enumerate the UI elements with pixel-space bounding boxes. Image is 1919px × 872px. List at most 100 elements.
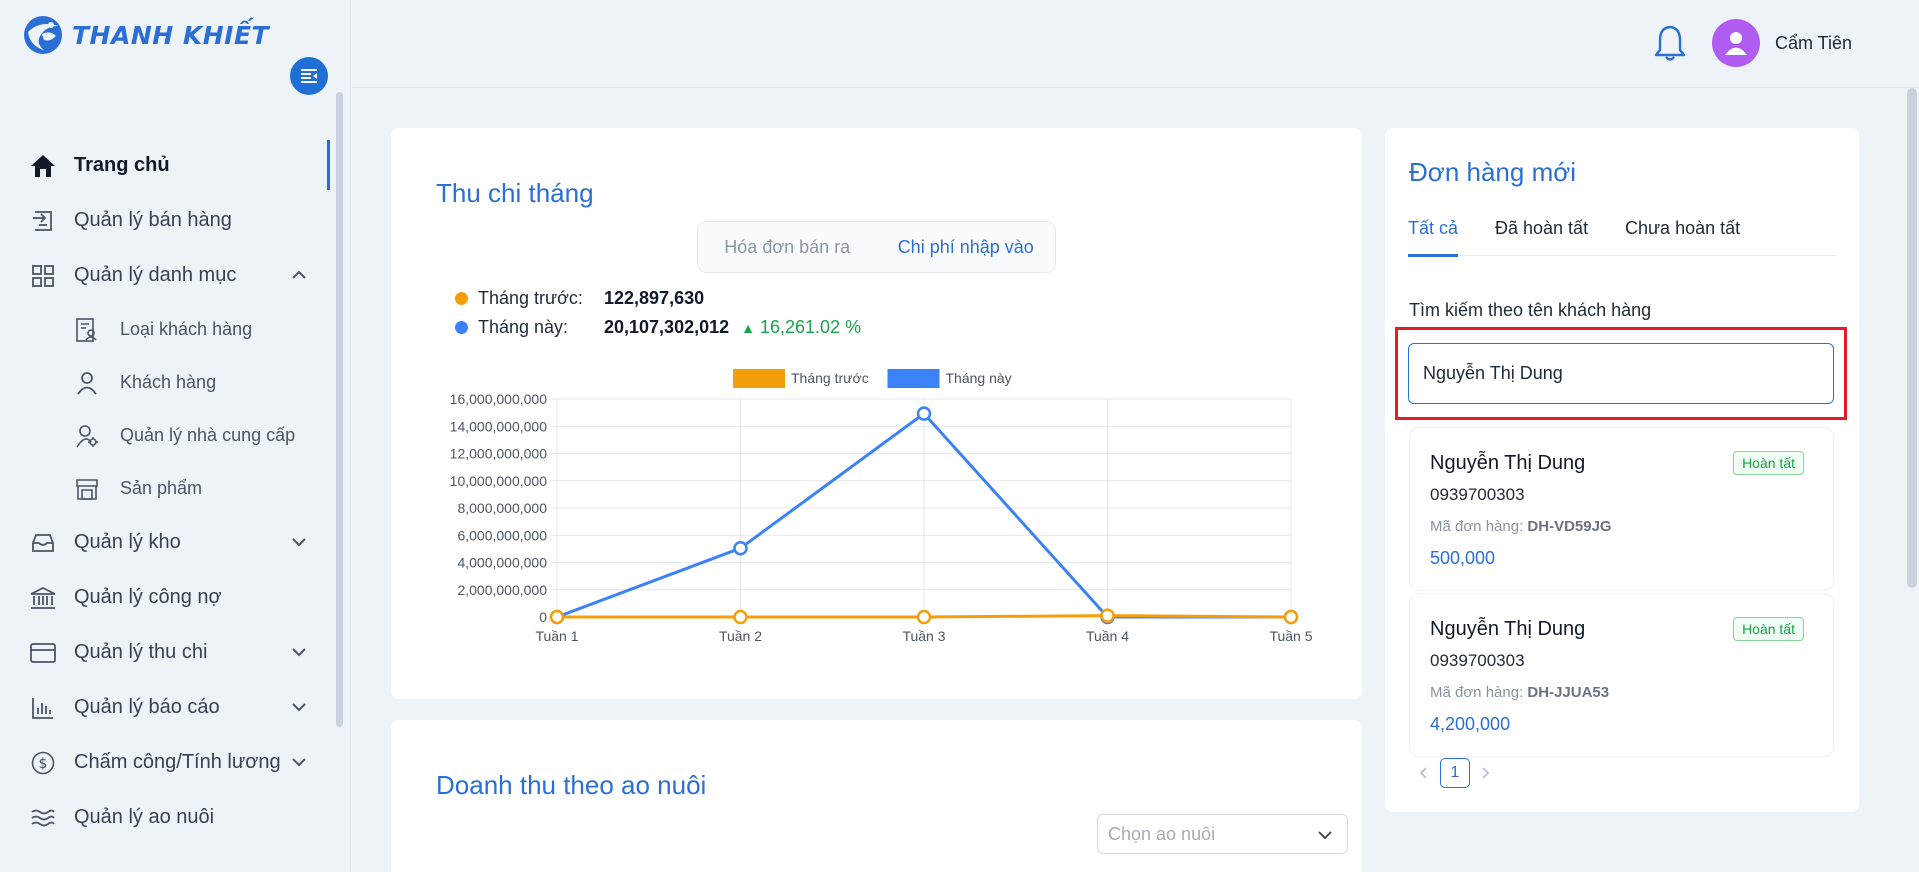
- sidebar-item-label: Trang chủ: [74, 154, 170, 176]
- prev-month-value: 122,897,630: [604, 288, 705, 308]
- pond-select-placeholder: Chọn ao nuôi: [1108, 823, 1216, 844]
- sidebar-item-debt[interactable]: Quản lý công nợ: [0, 570, 330, 625]
- supplier-icon: [74, 423, 100, 449]
- y-tick-label: 0: [539, 609, 547, 625]
- y-tick-label: 10,000,000,000: [450, 473, 548, 489]
- bell-icon[interactable]: [1653, 24, 1687, 62]
- x-tick-label: Tuần 1: [535, 628, 578, 644]
- tab-all[interactable]: Tất cả: [1408, 218, 1459, 257]
- order-customer-name: Nguyễn Thị Dung: [1430, 452, 1586, 474]
- sidebar-item-label: Quản lý danh mục: [74, 264, 237, 286]
- order-amount: 4,200,000: [1430, 714, 1511, 734]
- sales-icon: [28, 206, 58, 236]
- pagination-page[interactable]: 1: [1440, 758, 1470, 788]
- store-icon: [74, 476, 100, 502]
- orders-title: Đơn hàng mới: [1409, 157, 1577, 187]
- order-code-value: DH-JJUA53: [1527, 684, 1610, 701]
- sidebar-item-home[interactable]: Trang chủ: [0, 138, 330, 193]
- x-tick-label: Tuần 5: [1269, 628, 1312, 644]
- sidebar-item-ponds[interactable]: Quản lý ao nuôi: [0, 790, 330, 845]
- x-tick-label: Tuần 3: [902, 628, 945, 644]
- order-code: Mã đơn hàng: DH-JJUA53: [1430, 684, 1609, 701]
- sidebar-item-catalog[interactable]: Quản lý danh mục: [0, 248, 330, 303]
- y-tick-label: 8,000,000,000: [457, 500, 547, 516]
- sidebar-subitem-customer-type[interactable]: Loại khách hàng: [0, 303, 330, 356]
- sidebar-item-income-expense[interactable]: Quản lý thu chi: [0, 625, 330, 680]
- prev-month-label: Tháng trước:: [478, 288, 583, 308]
- legend-label: Tháng trước: [791, 370, 869, 386]
- orders-tabs: Tất cả Đã hoàn tất Chưa hoàn tất: [1408, 214, 1836, 257]
- sidebar-subitem-label: Sản phẩm: [120, 478, 203, 498]
- order-card[interactable]: Nguyễn Thị Dung Hoàn tất 0939700303 Mã đ…: [1409, 593, 1834, 757]
- prev-month-dot: [455, 292, 468, 305]
- logo[interactable]: THANH KHIẾT: [20, 12, 269, 58]
- dollar-icon: $: [28, 748, 58, 778]
- this-month-value: 20,107,302,012: [604, 317, 730, 337]
- pond-select[interactable]: Chọn ao nuôi: [1097, 814, 1348, 854]
- summary-this-month: Tháng này: 20,107,302,012 ▲ 16,261.02 %: [455, 317, 861, 338]
- pagination-prev-icon[interactable]: [1418, 766, 1430, 780]
- data-point: [916, 609, 932, 625]
- y-tick-label: 14,000,000,000: [450, 418, 548, 434]
- change-value: 16,261.02 %: [760, 317, 862, 337]
- y-tick-label: 2,000,000,000: [457, 582, 547, 598]
- tab-completed[interactable]: Đã hoàn tất: [1495, 218, 1588, 239]
- chevron-down-icon: [292, 758, 306, 767]
- tab-incomplete[interactable]: Chưa hoàn tất: [1625, 218, 1740, 239]
- order-amount: 500,000: [1430, 548, 1496, 568]
- main-scrollbar[interactable]: [1907, 88, 1917, 588]
- logo-icon: [24, 16, 62, 54]
- finance-title: Thu chi tháng: [436, 178, 594, 208]
- sidebar-subitem-customers[interactable]: Khách hàng: [0, 356, 330, 409]
- grid-icon: [28, 261, 58, 291]
- y-tick-label: 16,000,000,000: [450, 391, 548, 407]
- y-tick-label: 4,000,000,000: [457, 555, 547, 571]
- summary-prev-month: Tháng trước: 122,897,630: [455, 288, 704, 309]
- order-code-label: Mã đơn hàng:: [1430, 518, 1524, 535]
- toggle-purchase-costs[interactable]: Chi phí nhập vào: [877, 237, 1056, 258]
- x-tick-label: Tuần 4: [1086, 628, 1129, 644]
- sidebar-subitem-label: Loại khách hàng: [120, 319, 253, 339]
- data-point: [733, 540, 748, 556]
- chevron-down-icon: [292, 648, 306, 657]
- sidebar-scrollbar[interactable]: [336, 92, 343, 727]
- menu-fold-icon: [301, 69, 317, 83]
- order-code-value: DH-VD59JG: [1527, 518, 1612, 535]
- legend-label: Tháng này: [946, 370, 1012, 386]
- sidebar-item-sales[interactable]: Quản lý bán hàng: [0, 193, 330, 248]
- sidebar-item-warehouse[interactable]: Quản lý kho: [0, 515, 330, 570]
- sidebar-item-label: Quản lý ao nuôi: [74, 806, 215, 828]
- status-badge: Hoàn tất: [1733, 451, 1804, 475]
- customer-search-input[interactable]: [1408, 343, 1834, 404]
- sidebar-subitem-label: Khách hàng: [120, 372, 217, 392]
- data-point: [1283, 609, 1299, 625]
- sidebar-subitem-suppliers[interactable]: Quản lý nhà cung cấp: [0, 409, 330, 462]
- sidebar-item-label: Quản lý bán hàng: [74, 209, 232, 231]
- change-percent: ▲ 16,261.02 %: [741, 317, 861, 338]
- toggle-sales-invoices[interactable]: Hóa đơn bán ra: [698, 237, 877, 258]
- order-card[interactable]: Nguyễn Thị Dung Hoàn tất 0939700303 Mã đ…: [1409, 427, 1834, 591]
- svg-text:$: $: [39, 756, 48, 772]
- order-code: Mã đơn hàng: DH-VD59JG: [1430, 518, 1612, 535]
- sidebar-item-reports[interactable]: Quản lý báo cáo: [0, 680, 330, 735]
- user-avatar-icon: [1725, 32, 1747, 55]
- chevron-down-icon: [1318, 831, 1332, 840]
- sidebar-item-payroll[interactable]: $ Chấm công/Tính lương: [0, 735, 330, 790]
- y-tick-label: 6,000,000,000: [457, 527, 547, 543]
- this-month-dot: [455, 321, 468, 334]
- chevron-down-icon: [292, 538, 306, 547]
- sidebar-toggle-button[interactable]: [290, 57, 328, 95]
- brand-name: THANH KHIẾT: [72, 20, 270, 50]
- sidebar-item-label: Chấm công/Tính lương: [74, 751, 281, 773]
- order-code-label: Mã đơn hàng:: [1430, 684, 1524, 701]
- data-point: [916, 406, 932, 421]
- finance-line-chart: 16,000,000,000 14,000,000,000 12,000,000,0…: [450, 369, 1313, 644]
- avatar[interactable]: [1712, 19, 1760, 67]
- pagination-next-icon[interactable]: [1479, 766, 1491, 780]
- order-phone: 0939700303: [1430, 651, 1525, 670]
- sidebar-item-label: Quản lý báo cáo: [74, 696, 220, 718]
- home-icon: [28, 151, 58, 181]
- sidebar-subitem-products[interactable]: Sản phẩm: [0, 462, 330, 515]
- username[interactable]: Cẩm Tiên: [1775, 33, 1852, 54]
- finance-toggle: Hóa đơn bán ra Chi phí nhập vào: [697, 221, 1056, 273]
